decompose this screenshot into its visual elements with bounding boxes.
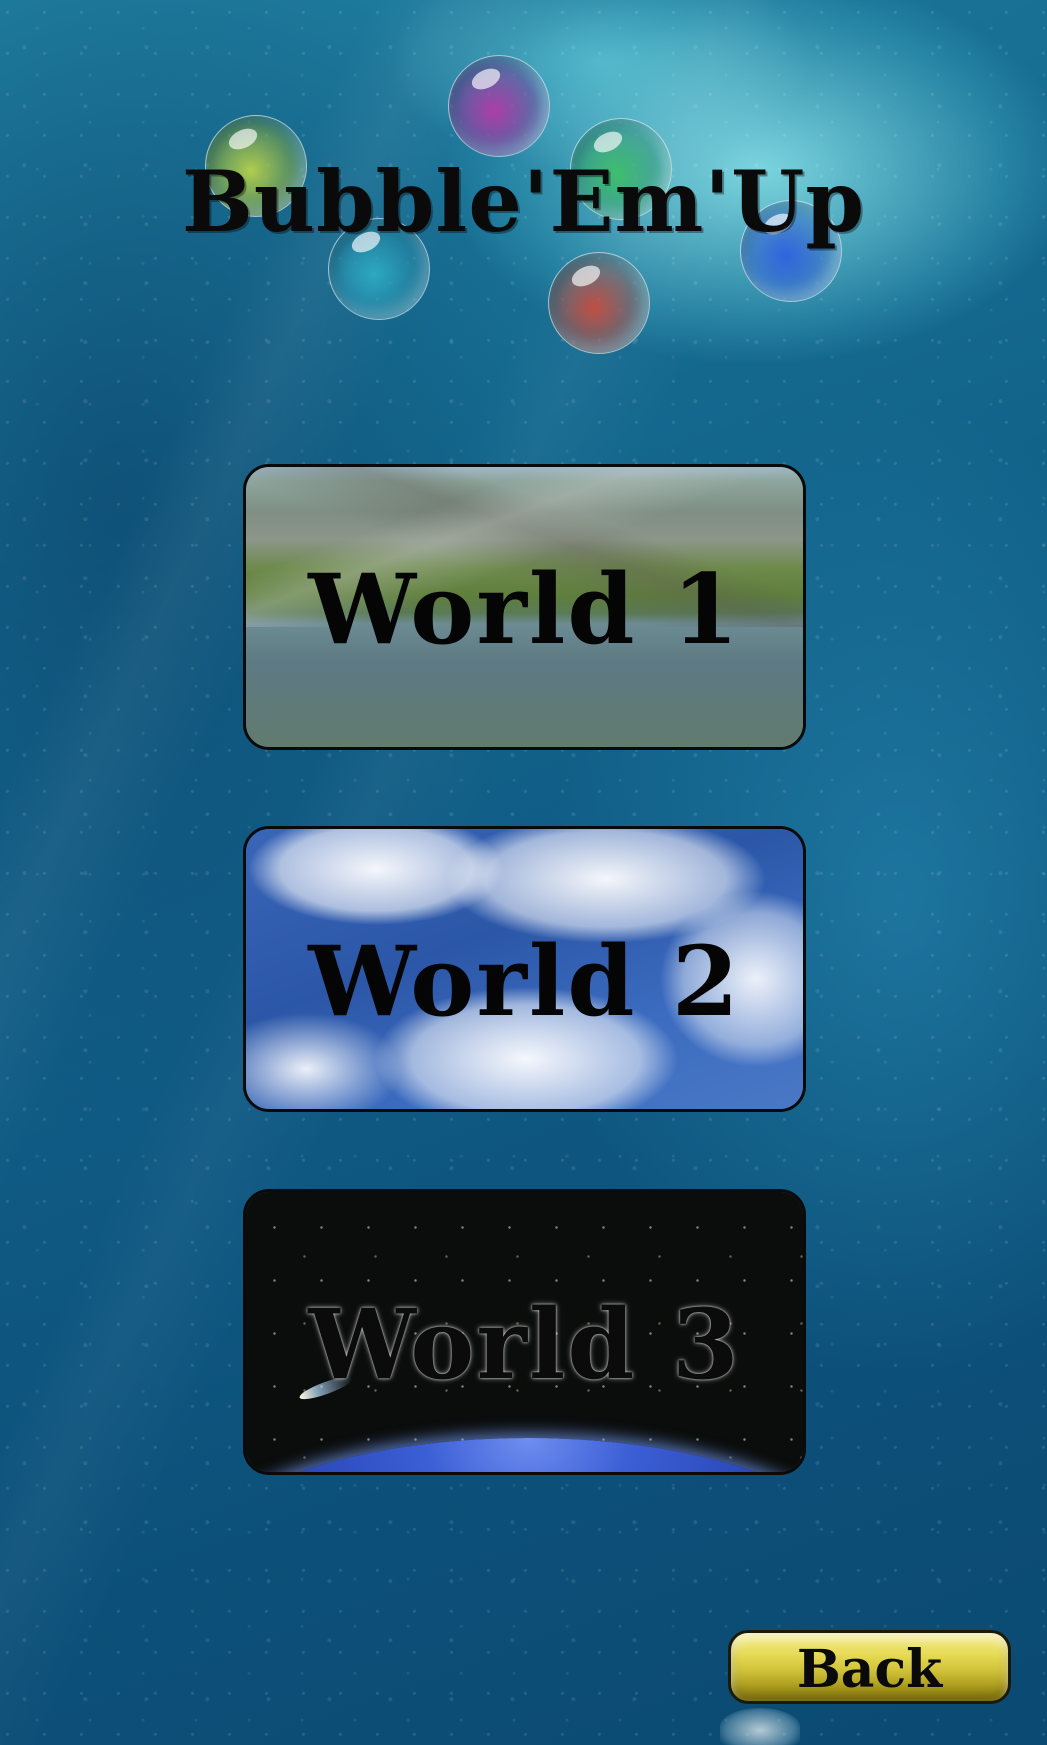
world-2-label: World 2 [308, 925, 741, 1038]
back-button-label: Back [796, 1639, 943, 1700]
world-3-button[interactable]: World 3 [243, 1189, 806, 1475]
world-3-label: World 3 [308, 1288, 741, 1401]
bubble-purple [448, 55, 550, 157]
world-1-label: World 1 [308, 553, 741, 666]
game-title: Bubble'Em'Up [181, 152, 866, 251]
bubble-red [548, 252, 650, 354]
back-button[interactable]: Back [728, 1630, 1011, 1704]
title-area: Bubble'Em'Up [0, 0, 1047, 360]
world-1-button[interactable]: World 1 [243, 464, 806, 750]
water-splash [720, 1708, 800, 1745]
world-2-button[interactable]: World 2 [243, 826, 806, 1112]
